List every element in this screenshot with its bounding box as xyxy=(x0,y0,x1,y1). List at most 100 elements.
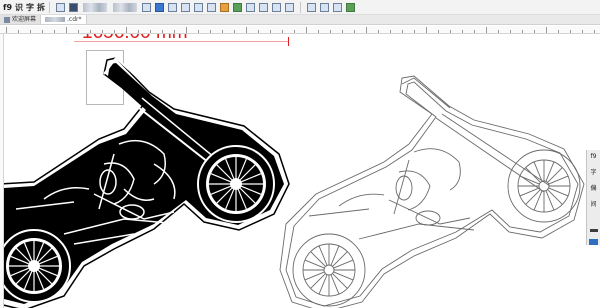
wheel-spoke xyxy=(547,167,563,183)
ruler-tick xyxy=(246,27,247,33)
wheel-spoke xyxy=(332,251,348,267)
outline-rear-spokes xyxy=(303,244,355,296)
wheel-spoke xyxy=(304,271,325,281)
align-icon[interactable] xyxy=(155,2,165,12)
ruler-tick xyxy=(414,30,415,33)
contour-icon[interactable] xyxy=(307,2,317,12)
wheel-spoke xyxy=(318,245,328,266)
wheel-spoke xyxy=(533,190,543,211)
side-scroll-icon[interactable] xyxy=(589,239,598,245)
drawing-canvas[interactable]: 1656.00 mm xyxy=(4,34,600,308)
envelope-icon[interactable] xyxy=(320,2,330,12)
boundary-icon[interactable] xyxy=(285,2,295,12)
ruler-tick xyxy=(294,30,295,33)
ruler-tick xyxy=(30,30,31,33)
outline-contour-inner xyxy=(285,81,579,307)
wheel-spoke xyxy=(318,274,328,295)
group-icon[interactable] xyxy=(168,2,178,12)
ruler-tick xyxy=(438,30,439,33)
wheel-spoke xyxy=(304,259,325,269)
layout-icon[interactable] xyxy=(142,2,152,12)
tab-document-label: .cdr* xyxy=(67,16,82,23)
ruler-tick xyxy=(102,30,103,33)
ruler-tick xyxy=(222,30,223,33)
ruler-tick xyxy=(138,30,139,33)
transparency-icon[interactable] xyxy=(346,2,356,12)
blurred-filename xyxy=(45,17,66,22)
ruler-tick xyxy=(174,30,175,33)
ruler-tick xyxy=(594,30,595,33)
toolbar-separator xyxy=(49,1,51,13)
tab-document[interactable]: .cdr* xyxy=(41,15,87,24)
ruler-tick xyxy=(378,30,379,33)
front-minus-back-icon[interactable] xyxy=(259,2,269,12)
wheel-spoke xyxy=(548,187,569,197)
ruler-tick xyxy=(90,30,91,33)
ruler-tick xyxy=(330,30,331,33)
side-item-1[interactable]: 字 xyxy=(590,167,596,176)
wheel-spoke xyxy=(519,187,540,197)
intersect-icon[interactable] xyxy=(233,2,243,12)
ruler-tick xyxy=(522,30,523,33)
horizontal-ruler[interactable] xyxy=(0,26,600,34)
ruler-tick xyxy=(162,30,163,33)
blurred-toolbar-area-2 xyxy=(113,2,138,12)
node-icon[interactable] xyxy=(194,2,204,12)
ruler-tick xyxy=(282,30,283,33)
color-swatch-icon[interactable] xyxy=(589,229,598,233)
ruler-tick xyxy=(186,27,187,33)
ruler-tick xyxy=(150,30,151,33)
ruler-tick xyxy=(342,30,343,33)
ruler-tick xyxy=(510,30,511,33)
home-icon xyxy=(4,16,10,23)
ruler-tick xyxy=(570,30,571,33)
trim-icon[interactable] xyxy=(220,2,230,12)
select-icon[interactable] xyxy=(69,2,79,12)
wheel-spoke xyxy=(330,274,340,295)
motorcycle-outline[interactable] xyxy=(4,34,600,308)
back-minus-front-icon[interactable] xyxy=(272,2,282,12)
ruler-tick xyxy=(486,27,487,33)
grid-icon[interactable] xyxy=(56,2,66,12)
ruler-tick xyxy=(78,30,79,33)
simplify-icon[interactable] xyxy=(246,2,256,12)
toolbar-button-1[interactable]: 识 xyxy=(15,2,23,13)
ungroup-icon[interactable] xyxy=(181,2,191,12)
toolbar-separator-2 xyxy=(300,1,302,13)
wheel-spoke xyxy=(525,189,541,205)
ruler-tick xyxy=(450,30,451,33)
extrude-icon[interactable] xyxy=(333,2,343,12)
ruler-tick xyxy=(474,30,475,33)
main-toolbar: f9 识 字 拆 xyxy=(0,0,600,15)
outline-fork xyxy=(435,113,551,193)
toolbar-button-3[interactable]: 拆 xyxy=(37,2,45,13)
ruler-tick xyxy=(210,30,211,33)
ruler-tick xyxy=(114,30,115,33)
ruler-tick xyxy=(534,30,535,33)
ruler-tick xyxy=(366,27,367,33)
ruler-tick xyxy=(390,30,391,33)
wheel-spoke xyxy=(310,251,326,267)
ruler-tick xyxy=(402,30,403,33)
ruler-tick xyxy=(354,30,355,33)
tab-welcome[interactable]: 欢迎屏幕 xyxy=(0,15,42,24)
document-tabbar: 欢迎屏幕 .cdr* xyxy=(0,15,600,25)
ruler-tick xyxy=(582,30,583,33)
outline-rear-hub xyxy=(323,264,335,276)
toolbar-button-2[interactable]: 字 xyxy=(26,2,34,13)
ruler-tick xyxy=(54,30,55,33)
wheel-spoke xyxy=(310,273,326,289)
wheel-spoke xyxy=(525,167,541,183)
side-item-3[interactable]: 间 xyxy=(590,199,596,208)
ruler-tick xyxy=(42,30,43,33)
side-docker-panel: f9 字 偏 间 xyxy=(586,150,600,245)
ruler-tick xyxy=(546,27,547,33)
ruler-tick xyxy=(234,30,235,33)
side-item-2[interactable]: 偏 xyxy=(590,183,596,192)
ruler-tick xyxy=(318,30,319,33)
ruler-tick xyxy=(306,27,307,33)
wheel-spoke xyxy=(545,161,555,182)
weld-icon[interactable] xyxy=(207,2,217,12)
ruler-tick xyxy=(462,30,463,33)
outline-engine-detail xyxy=(308,148,475,240)
